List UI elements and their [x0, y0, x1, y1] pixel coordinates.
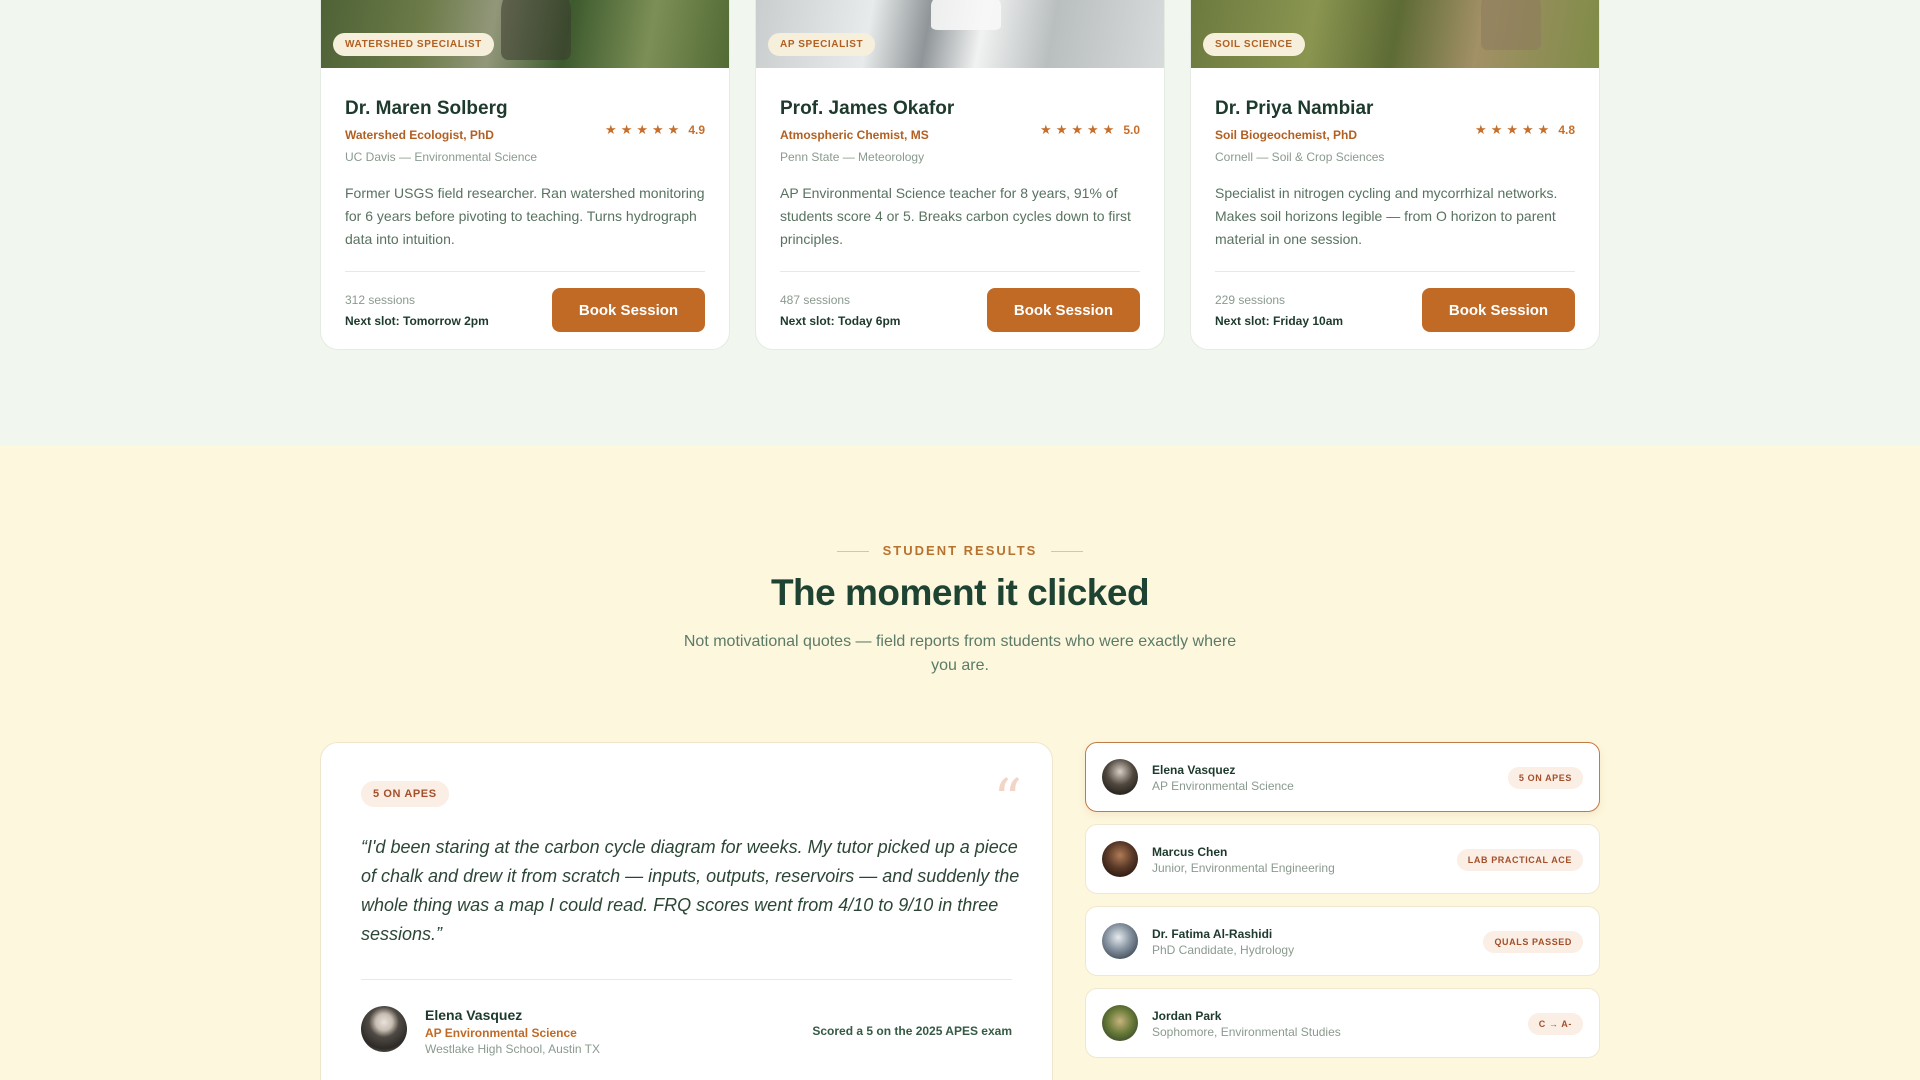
star-icon: ★ [1102, 122, 1115, 137]
student-subtitle: Sophomore, Environmental Studies [1152, 1025, 1341, 1039]
session-count: 229 sessions [1215, 292, 1286, 307]
result-badge: LAB PRACTICAL ACE [1456, 849, 1583, 871]
eyebrow-line-right [1051, 551, 1084, 553]
avatar [1102, 841, 1138, 877]
avatar [1102, 759, 1138, 795]
student-item-jordan-park[interactable]: Jordan Park Sophomore, Environmental Stu… [1085, 988, 1600, 1058]
student-item-fatima-al-rashidi[interactable]: Dr. Fatima Al-Rashidi PhD Candidate, Hyd… [1085, 906, 1600, 976]
tutor-photo: WATERSHED SPECIALIST [321, 0, 729, 68]
tutor-photo: SOIL SCIENCE [1191, 0, 1599, 68]
student-item-marcus-chen[interactable]: Marcus Chen Junior, Environmental Engine… [1085, 824, 1600, 894]
star-icon: ★ [1537, 122, 1550, 137]
tutor-card: AP SPECIALIST Prof. James Okafor ★ ★ ★ ★… [755, 0, 1165, 350]
result-badge: 5 ON APES [361, 781, 449, 807]
student-selector-list: Elena Vasquez AP Environmental Science 5… [1085, 742, 1600, 1070]
tutor-card: WATERSHED SPECIALIST Dr. Maren Solberg ★… [320, 0, 730, 350]
tutor-bio: Former USGS field researcher. Ran waters… [345, 185, 705, 247]
star-icon: ★ [652, 122, 664, 137]
divider [780, 271, 1140, 272]
tutor-name: Prof. James Okafor [780, 98, 955, 119]
tutor-grid: WATERSHED SPECIALIST Dr. Maren Solberg ★… [320, 0, 1600, 350]
student-subtitle: PhD Candidate, Hydrology [1152, 943, 1295, 957]
student-item-elena-vasquez[interactable]: Elena Vasquez AP Environmental Science 5… [1085, 742, 1600, 812]
tutor-card: SOIL SCIENCE Dr. Priya Nambiar ★ ★ ★ ★ ★… [1190, 0, 1600, 350]
book-session-button[interactable]: Book Session [552, 288, 705, 332]
star-icon: ★ [1490, 122, 1503, 137]
star-icon: ★ [1475, 122, 1487, 137]
book-session-button[interactable]: Book Session [987, 288, 1140, 332]
avatar [1102, 1005, 1138, 1041]
star-icon: ★ [1071, 122, 1083, 137]
section-eyebrow: STUDENT RESULTS [0, 543, 1920, 558]
avatar [361, 1006, 407, 1052]
divider [361, 979, 1012, 980]
result-badge: C → A- [1527, 1013, 1583, 1035]
tutor-photo: AP SPECIALIST [756, 0, 1164, 68]
session-count: 487 sessions [780, 292, 851, 307]
star-icon: ★ [636, 122, 648, 137]
quote-icon: “ [993, 773, 1022, 803]
specialty-badge: SOIL SCIENCE [1203, 33, 1305, 56]
author-course: AP Environmental Science [425, 1026, 577, 1040]
result-badge: QUALS PASSED [1483, 931, 1583, 953]
author-result: Scored a 5 on the 2025 APES exam [812, 1024, 1012, 1038]
student-name: Elena Vasquez [1152, 763, 1236, 777]
specialty-badge: AP SPECIALIST [768, 33, 876, 56]
tutor-name: Dr. Priya Nambiar [1215, 98, 1374, 119]
star-icon: ★ [1522, 122, 1534, 137]
avatar [1102, 923, 1138, 959]
rating-value: 4.9 [688, 123, 705, 137]
student-subtitle: AP Environmental Science [1152, 779, 1294, 793]
tutor-bio: AP Environmental Science teacher for 8 y… [780, 185, 1131, 247]
author-school: Westlake High School, Austin TX [425, 1042, 600, 1056]
star-icon: ★ [1087, 122, 1099, 137]
eyebrow-text: STUDENT RESULTS [882, 543, 1038, 558]
star-icon: ★ [1506, 122, 1518, 137]
student-name: Jordan Park [1152, 1009, 1222, 1023]
testimonial-quote: “I'd been staring at the carbon cycle di… [361, 837, 1020, 944]
tutor-rating: ★ ★ ★ ★ ★ 4.9 [605, 122, 705, 138]
section-subtitle: Not motivational quotes — field reports … [683, 633, 1237, 674]
tutor-rating: ★ ★ ★ ★ ★ 4.8 [1475, 122, 1575, 138]
tutor-cards-section: WATERSHED SPECIALIST Dr. Maren Solberg ★… [0, 0, 1920, 446]
student-results-section: STUDENT RESULTS The moment it clicked No… [0, 446, 1920, 1080]
featured-testimonial: 5 ON APES “ “I'd been staring at the car… [320, 742, 1053, 1080]
rating-value: 5.0 [1123, 123, 1140, 137]
star-icon: ★ [1040, 122, 1052, 137]
star-icon: ★ [667, 122, 680, 137]
next-slot: Next slot: Today 6pm [780, 313, 901, 328]
result-badge: 5 ON APES [1507, 767, 1583, 789]
star-icon: ★ [620, 122, 633, 137]
next-slot: Next slot: Tomorrow 2pm [345, 313, 489, 328]
next-slot: Next slot: Friday 10am [1215, 313, 1344, 328]
rating-value: 4.8 [1558, 123, 1575, 137]
book-session-button[interactable]: Book Session [1422, 288, 1575, 332]
tutor-school: UC Davis — Environmental Science [345, 150, 538, 164]
tutor-rating: ★ ★ ★ ★ ★ 5.0 [1040, 122, 1140, 138]
divider [345, 271, 705, 272]
student-name: Marcus Chen [1152, 845, 1228, 859]
session-count: 312 sessions [345, 292, 416, 307]
student-subtitle: Junior, Environmental Engineering [1152, 861, 1335, 875]
eyebrow-line-left [836, 551, 869, 553]
student-name: Dr. Fatima Al-Rashidi [1152, 927, 1273, 941]
specialty-badge: WATERSHED SPECIALIST [333, 33, 494, 56]
author-name: Elena Vasquez [425, 1007, 523, 1023]
star-icon: ★ [1055, 122, 1068, 137]
star-icon: ★ [605, 122, 617, 137]
tutor-school: Penn State — Meteorology [780, 150, 925, 164]
tutor-bio: Specialist in nitrogen cycling and mycor… [1215, 185, 1558, 247]
tutor-name: Dr. Maren Solberg [345, 98, 508, 119]
divider [1215, 271, 1575, 272]
tutor-school: Cornell — Soil & Crop Sciences [1215, 150, 1385, 164]
section-title: The moment it clicked [770, 572, 1150, 613]
